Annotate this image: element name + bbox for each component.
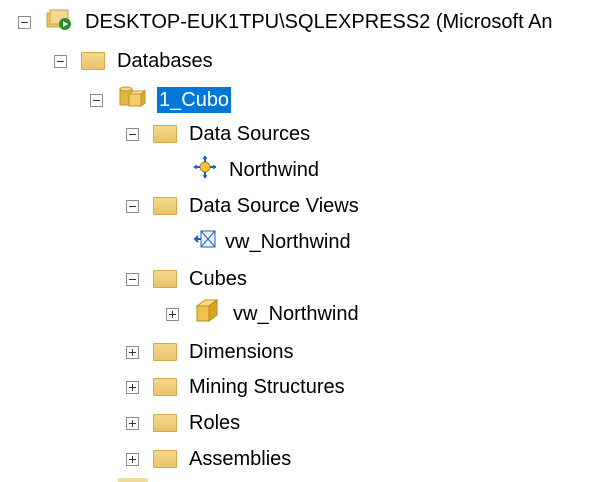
folder-icon [153, 270, 177, 288]
folder-icon [153, 378, 177, 396]
tree-node-vw-northwind-dsv[interactable]: vw_Northwind [193, 225, 353, 259]
server-label: DESKTOP-EUK1TPU\SQLEXPRESS2 (Microsoft A… [85, 11, 553, 33]
expand-toggle[interactable] [126, 345, 139, 359]
tree-node-dimensions[interactable]: Dimensions [126, 335, 295, 369]
tree-node-vw-northwind-cube[interactable]: vw_Northwind [166, 297, 361, 331]
object-explorer-tree: DESKTOP-EUK1TPU\SQLEXPRESS2 (Microsoft A… [0, 0, 602, 482]
database-icon [117, 84, 147, 116]
expand-toggle[interactable] [166, 307, 179, 321]
northwind-label: Northwind [229, 159, 320, 181]
collapse-toggle[interactable] [90, 93, 103, 107]
collapse-toggle[interactable] [126, 127, 139, 141]
folder-icon [153, 450, 177, 468]
folder-icon [153, 343, 177, 361]
expand-toggle[interactable] [126, 452, 139, 466]
assemblies-label: Assemblies [189, 448, 292, 470]
cubo-label: 1_Cubo [155, 86, 233, 114]
folder-icon [81, 52, 105, 70]
data-sources-label: Data Sources [189, 123, 311, 145]
cubes-label: Cubes [189, 268, 247, 290]
roles-label: Roles [189, 412, 241, 434]
folder-icon [153, 125, 177, 143]
collapse-toggle[interactable] [54, 54, 67, 68]
dimensions-label: Dimensions [189, 341, 294, 363]
vw-northwind-dsv-label: vw_Northwind [225, 231, 351, 253]
collapse-toggle[interactable] [126, 199, 139, 213]
databases-label: Databases [117, 50, 213, 72]
tree-node-cubo[interactable]: 1_Cubo [90, 83, 233, 117]
collapse-toggle[interactable] [126, 272, 139, 286]
vw-northwind-cube-label: vw_Northwind [233, 303, 359, 325]
analysis-server-icon [45, 7, 73, 37]
data-source-views-label: Data Source Views [189, 195, 359, 217]
tree-node-cubes[interactable]: Cubes [126, 262, 249, 296]
next-folder-partial [118, 478, 148, 482]
collapse-toggle[interactable] [18, 15, 31, 29]
tree-node-mining-structures[interactable]: Mining Structures [126, 370, 347, 404]
tree-node-data-sources[interactable]: Data Sources [126, 117, 312, 151]
tree-node-data-source-views[interactable]: Data Source Views [126, 189, 361, 223]
folder-icon [153, 197, 177, 215]
mining-structures-label: Mining Structures [189, 376, 345, 398]
expand-toggle[interactable] [126, 380, 139, 394]
tree-node-northwind[interactable]: Northwind [193, 153, 321, 187]
tree-node-roles[interactable]: Roles [126, 406, 242, 440]
cube-icon [193, 297, 221, 331]
tree-node-databases[interactable]: Databases [54, 44, 215, 78]
tree-node-assemblies[interactable]: Assemblies [126, 442, 293, 476]
folder-icon [153, 414, 177, 432]
expand-toggle[interactable] [126, 416, 139, 430]
tree-node-server[interactable]: DESKTOP-EUK1TPU\SQLEXPRESS2 (Microsoft A… [18, 5, 555, 39]
data-source-icon [193, 155, 217, 185]
data-source-view-icon [193, 227, 217, 257]
